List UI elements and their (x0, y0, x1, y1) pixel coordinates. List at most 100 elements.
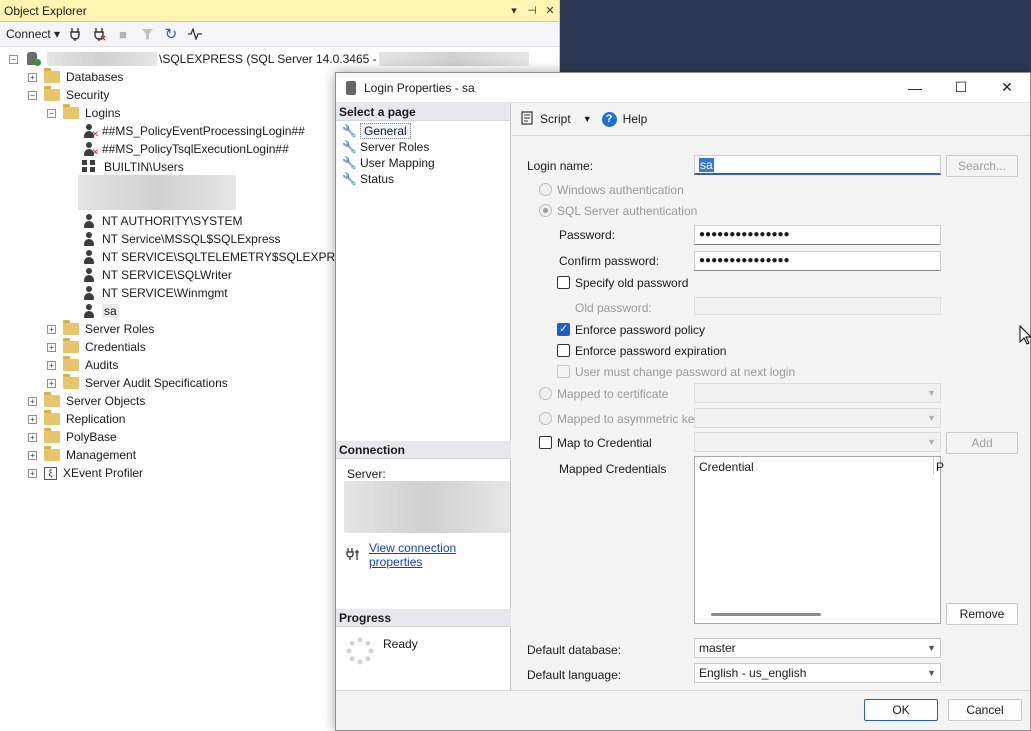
map-credential-label: Map to Credential (557, 436, 652, 450)
collapse-icon[interactable]: − (47, 108, 56, 118)
tree-node-audits[interactable]: + Audits (47, 356, 118, 374)
sql-auth-radio[interactable] (539, 204, 552, 217)
help-button[interactable]: Help (623, 112, 648, 126)
tree-label: XEvent Profiler (63, 466, 144, 480)
dialog-right-pane: Script ▼ ? Help Login name: sa Search...… (512, 103, 1030, 690)
disconnect-plug-icon[interactable] (90, 25, 108, 43)
tree-node-management[interactable]: + Management (28, 446, 136, 464)
user-icon (82, 268, 96, 282)
windows-auth-label: Windows authentication (557, 183, 684, 197)
script-dropdown-arrow-icon[interactable]: ▼ (583, 114, 592, 124)
tree-node-xevent-profiler[interactable]: + ξ XEvent Profiler (28, 464, 143, 482)
expand-icon[interactable]: + (28, 450, 37, 460)
tree-node-login[interactable]: ✕ ##MS_PolicyTsqlExecutionLogin## (82, 140, 289, 158)
horizontal-scrollbar[interactable] (711, 613, 821, 616)
refresh-icon[interactable]: ↻ (162, 25, 180, 43)
specify-old-password-checkbox[interactable] (557, 276, 570, 289)
cancel-button[interactable]: Cancel (948, 699, 1022, 721)
expand-icon[interactable]: + (47, 324, 56, 334)
page-general[interactable]: 🔧 General (342, 123, 411, 139)
collapse-icon[interactable]: − (28, 90, 37, 100)
old-password-input[interactable] (694, 297, 941, 315)
expand-icon[interactable]: + (47, 342, 56, 352)
chevron-down-icon: ▼ (927, 413, 936, 423)
password-input[interactable]: ●●●●●●●●●●●●●●● (694, 225, 941, 245)
maximize-icon[interactable]: ☐ (938, 79, 984, 96)
pin-icon[interactable]: ⊣ (523, 4, 541, 17)
tree-node-server[interactable]: − \SQLEXPRESS (SQL Server 14.0.3465 - (9, 50, 529, 68)
tree-node-server-audit-specs[interactable]: + Server Audit Specifications (47, 374, 228, 392)
filter-icon[interactable] (138, 25, 156, 43)
expand-icon[interactable]: + (28, 72, 37, 82)
map-credential-checkbox[interactable] (539, 436, 552, 449)
mapped-cert-radio[interactable] (539, 387, 552, 400)
tree-node-login[interactable]: NT SERVICE\SQLTELEMETRY$SQLEXPRESS (82, 248, 359, 266)
connect-dropdown[interactable]: Connect ▾ (6, 27, 60, 41)
remove-button[interactable]: Remove (946, 603, 1018, 625)
mapped-credentials-grid[interactable]: Credential P (694, 456, 944, 624)
tree-node-login[interactable]: NT SERVICE\Winmgmt (82, 284, 228, 302)
default-language-select[interactable]: English - us_english ▼ (694, 663, 941, 683)
expand-icon[interactable]: + (28, 396, 37, 406)
dialog-button-bar: OK Cancel (336, 690, 1030, 730)
enforce-policy-checkbox[interactable] (557, 322, 570, 336)
disabled-user-icon: ✕ (82, 142, 99, 157)
tree-node-databases[interactable]: + Databases (28, 68, 123, 86)
default-language-value: English - us_english (699, 666, 807, 680)
tree-node-credentials[interactable]: + Credentials (47, 338, 146, 356)
expand-icon[interactable]: + (47, 378, 56, 388)
login-name-input[interactable]: sa (694, 155, 941, 175)
grid-column-credential[interactable]: Credential (699, 460, 754, 474)
add-credential-button[interactable]: Add (946, 432, 1018, 454)
tree-node-replication[interactable]: + Replication (28, 410, 125, 428)
window-position-icon[interactable]: ▾ (505, 4, 523, 17)
credential-select[interactable]: ▼ (694, 432, 941, 452)
confirm-password-input[interactable]: ●●●●●●●●●●●●●●● (694, 251, 941, 271)
tree-node-logins[interactable]: − Logins (47, 104, 120, 122)
progress-section: Progress Ready (336, 609, 511, 689)
tree-label: Server Audit Specifications (85, 376, 228, 390)
activity-monitor-icon[interactable] (186, 25, 204, 43)
ok-button[interactable]: OK (864, 699, 938, 721)
tree-node-login-sa[interactable]: sa (82, 302, 119, 320)
tree-node-login[interactable]: NT SERVICE\SQLWriter (82, 266, 232, 284)
tree-node-login[interactable]: BUILTIN\Users (82, 158, 184, 176)
stop-icon[interactable]: ■ (114, 25, 132, 43)
grid-column-provider[interactable]: P (936, 460, 944, 474)
tree-node-security[interactable]: − Security (28, 86, 109, 104)
mapped-asym-radio[interactable] (539, 412, 552, 425)
close-icon[interactable]: ✕ (541, 4, 559, 17)
asymmetric-key-select[interactable]: ▼ (694, 408, 941, 428)
certificate-select[interactable]: ▼ (694, 383, 941, 403)
minimize-icon[interactable]: — (892, 80, 938, 96)
enforce-expiration-checkbox[interactable] (557, 344, 570, 357)
expand-icon[interactable]: + (28, 414, 37, 424)
script-button[interactable]: Script (540, 112, 571, 126)
tree-label: NT SERVICE\SQLWriter (102, 268, 232, 282)
default-database-select[interactable]: master ▼ (694, 638, 941, 658)
connection-header: Connection (336, 441, 511, 459)
tree-node-server-objects[interactable]: + Server Objects (28, 392, 145, 410)
tree-node-server-roles[interactable]: + Server Roles (47, 320, 154, 338)
connect-plug-icon[interactable] (66, 25, 84, 43)
must-change-checkbox[interactable] (557, 365, 570, 378)
expand-icon[interactable]: + (28, 468, 37, 478)
page-server-roles[interactable]: 🔧 Server Roles (342, 139, 429, 155)
view-connection-properties-link[interactable]: View connection properties (369, 541, 511, 569)
close-icon[interactable]: ✕ (984, 79, 1030, 96)
collapse-icon[interactable]: − (9, 54, 18, 64)
dialog-title: Login Properties - sa (364, 80, 475, 95)
tree-node-login[interactable]: NT Service\MSSQL$SQLExpress (82, 230, 281, 248)
tree-node-login[interactable]: ✕ ##MS_PolicyEventProcessingLogin## (82, 122, 305, 140)
confirm-password-label: Confirm password: (559, 254, 660, 268)
wrench-icon: 🔧 (342, 172, 357, 186)
page-status[interactable]: 🔧 Status (342, 171, 394, 187)
expand-icon[interactable]: + (47, 360, 56, 370)
windows-auth-radio[interactable] (539, 183, 552, 196)
tree-node-polybase[interactable]: + PolyBase (28, 428, 117, 446)
expand-icon[interactable]: + (28, 432, 37, 442)
search-button[interactable]: Search... (946, 155, 1018, 177)
page-user-mapping[interactable]: 🔧 User Mapping (342, 155, 435, 171)
tree-node-login[interactable]: NT AUTHORITY\SYSTEM (82, 212, 242, 230)
chevron-down-icon: ▼ (927, 388, 936, 398)
